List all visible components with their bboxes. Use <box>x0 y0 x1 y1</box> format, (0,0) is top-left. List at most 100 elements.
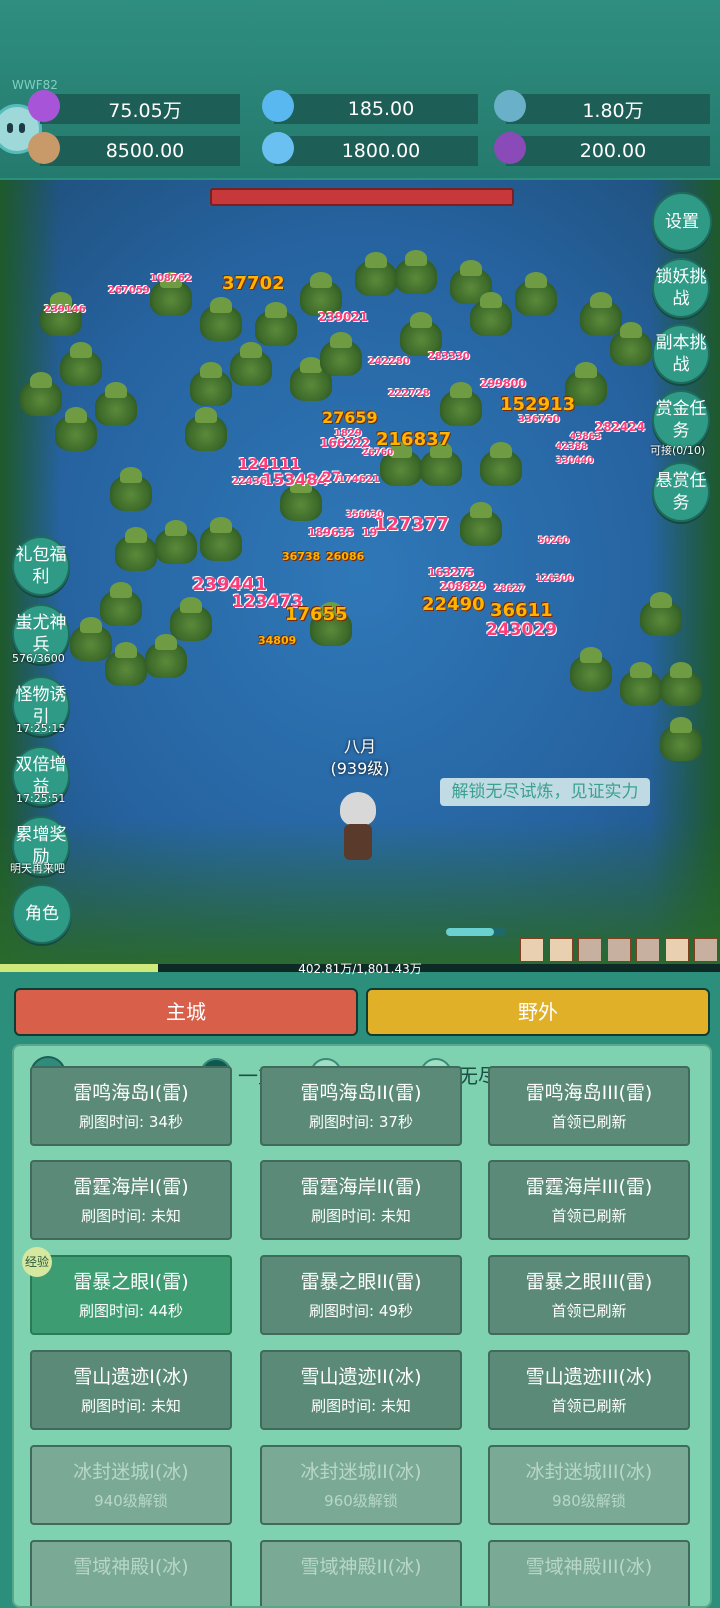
zone-cell-active[interactable]: 经验 雷暴之眼I(雷) 刷图时间: 44秒 <box>22 1247 232 1335</box>
zone-status: 首领已刷新 <box>551 1397 627 1415</box>
dungeon-challenge-button[interactable]: 副本挑战 <box>652 324 710 384</box>
hero-body <box>344 824 372 860</box>
orb-icon <box>494 90 526 122</box>
zone-status: 刷图时间: 37秒 <box>309 1113 413 1131</box>
zone-cell-locked[interactable]: 雪域神殿II(冰) <box>260 1540 462 1606</box>
skill-icon[interactable] <box>694 938 718 962</box>
damage-number: 43863 <box>570 432 602 442</box>
monster <box>185 407 227 451</box>
damage-number: 36738 <box>282 550 321 563</box>
damage-number: 239021 <box>318 310 369 324</box>
tree-charge-fill <box>446 928 494 936</box>
settings-button[interactable]: 设置 <box>652 192 712 252</box>
zone-status: 980级解锁 <box>552 1492 626 1510</box>
damage-number: 243029 <box>486 620 557 640</box>
zone-cell[interactable]: 雷鸣海岛I(雷) 刷图时间: 34秒 <box>30 1066 232 1146</box>
zone-cell[interactable]: 雷鸣海岛III(雷) 首领已刷新 <box>488 1066 690 1146</box>
skill-icon[interactable] <box>636 938 660 962</box>
damage-number: 283330 <box>428 351 470 362</box>
resource-potion-value: 200.00 <box>579 140 647 162</box>
resource-crystal: 185.00 <box>262 90 478 124</box>
wild-button[interactable]: 野外 <box>366 988 710 1036</box>
zone-cell[interactable]: 雪山遗迹I(冰) 刷图时间: 未知 <box>30 1350 232 1430</box>
monster <box>660 717 702 761</box>
zone-cell[interactable]: 雷鸣海岛II(雷) 刷图时间: 37秒 <box>260 1066 462 1146</box>
monster <box>150 272 192 316</box>
zone-title: 雷霆海岸I(雷) <box>73 1176 189 1198</box>
tree-charge-bar <box>446 928 506 936</box>
skill-icon[interactable] <box>665 938 689 962</box>
chiyou-weapon-progress: 576/3600 <box>12 652 65 665</box>
zone-cell-locked[interactable]: 冰封迷城III(冰) 980级解锁 <box>488 1445 690 1525</box>
zone-status: 刷图时间: 未知 <box>81 1207 181 1225</box>
damage-number: 36611 <box>490 600 553 621</box>
zone-title: 雷暴之眼III(雷) <box>525 1271 653 1293</box>
scroll-icon <box>28 132 60 164</box>
damage-number: 108762 <box>150 273 192 284</box>
blue-crystal-icon <box>262 90 294 122</box>
monster <box>105 642 147 686</box>
monster <box>110 467 152 511</box>
monster <box>355 252 397 296</box>
zone-cell-locked[interactable]: 冰封迷城I(冰) 940级解锁 <box>30 1445 232 1525</box>
monster <box>570 647 612 691</box>
skill-icon[interactable] <box>607 938 631 962</box>
lock-demon-challenge-button[interactable]: 锁妖挑战 <box>652 258 710 318</box>
monster <box>610 322 652 366</box>
zone-cell[interactable]: 雷霆海岸II(雷) 刷图时间: 未知 <box>260 1160 462 1240</box>
monster <box>515 272 557 316</box>
skill-icon[interactable] <box>578 938 602 962</box>
damage-number: 17655 <box>285 604 348 625</box>
damage-number: 153484 <box>262 470 329 489</box>
monster <box>20 372 62 416</box>
resource-scroll-value: 8500.00 <box>105 140 185 162</box>
zone-cell[interactable]: 雪山遗迹II(冰) 刷图时间: 未知 <box>260 1350 462 1430</box>
zone-title: 雷霆海岸III(雷) <box>525 1176 653 1198</box>
damage-number: 163275 <box>428 566 474 579</box>
unlock-tip[interactable]: 解锁无尽试炼，见证实力 <box>440 778 650 806</box>
monster <box>580 292 622 336</box>
zone-cell-locked[interactable]: 冰封迷城II(冰) 960级解锁 <box>260 1445 462 1525</box>
zone-title: 冰封迷城III(冰) <box>525 1461 653 1483</box>
zone-cell-locked[interactable]: 雪域神殿I(冰) <box>30 1540 232 1606</box>
zone-cell[interactable]: 雪山遗迹III(冰) 首领已刷新 <box>488 1350 690 1430</box>
zone-cell[interactable]: 雷暴之眼II(雷) 刷图时间: 49秒 <box>260 1255 462 1335</box>
monster <box>420 442 462 486</box>
zone-cell[interactable]: 雷霆海岸III(雷) 首领已刷新 <box>488 1160 690 1240</box>
zone-title: 雪山遗迹I(冰) <box>73 1366 189 1388</box>
resource-orb-value: 1.80万 <box>582 99 644 122</box>
zone-status: 960级解锁 <box>324 1492 398 1510</box>
ice-shard-icon <box>262 132 294 164</box>
zone-panel: ? 一重境 二重境 无尽试炼 雷鸣海岛I(雷)刷图时间: 34秒 雷鸣海岛II(… <box>12 1044 712 1608</box>
damage-number: 127377 <box>374 514 450 535</box>
monster <box>115 527 157 571</box>
damage-number: 330440 <box>556 456 594 466</box>
main-city-button[interactable]: 主城 <box>14 988 358 1036</box>
gift-pack-button[interactable]: 礼包福利 <box>12 536 70 596</box>
battle-field[interactable]: 37702 267059 108762 239146 239021 242280… <box>0 180 720 970</box>
skill-icon[interactable] <box>520 938 544 962</box>
damage-number: 22436 <box>232 476 267 487</box>
reward-task-button[interactable]: 悬赏任务 <box>652 462 710 522</box>
damage-number: 356030 <box>346 510 384 520</box>
zone-cell[interactable]: 雷暴之眼III(雷) 首领已刷新 <box>488 1255 690 1335</box>
monster <box>395 250 437 294</box>
zone-title: 雪山遗迹II(冰) <box>300 1366 422 1388</box>
zone-title: 雪山遗迹III(冰) <box>525 1366 653 1388</box>
damage-number: 174621 <box>338 474 380 485</box>
zone-title: 冰封迷城II(冰) <box>300 1461 422 1483</box>
skill-icon[interactable] <box>549 938 573 962</box>
resource-orb: 1.80万 <box>494 90 710 124</box>
zone-cell[interactable]: 雷霆海岸I(雷) 刷图时间: 未知 <box>30 1160 232 1240</box>
character-button[interactable]: 角色 <box>12 884 72 944</box>
avatar-eye-right <box>19 123 25 133</box>
damage-number: 216837 <box>376 429 452 450</box>
hero-level: (939级) <box>330 759 390 778</box>
resource-crystal-value: 185.00 <box>347 98 415 120</box>
monster <box>200 297 242 341</box>
resource-potion: 200.00 <box>494 132 710 166</box>
zone-title: 雷暴之眼I(雷) <box>73 1271 189 1293</box>
bounty-task-button[interactable]: 赏金任务 <box>652 390 710 450</box>
zone-cell-locked[interactable]: 雪域神殿III(冰) <box>488 1540 690 1606</box>
zone-status: 刷图时间: 44秒 <box>79 1302 183 1320</box>
